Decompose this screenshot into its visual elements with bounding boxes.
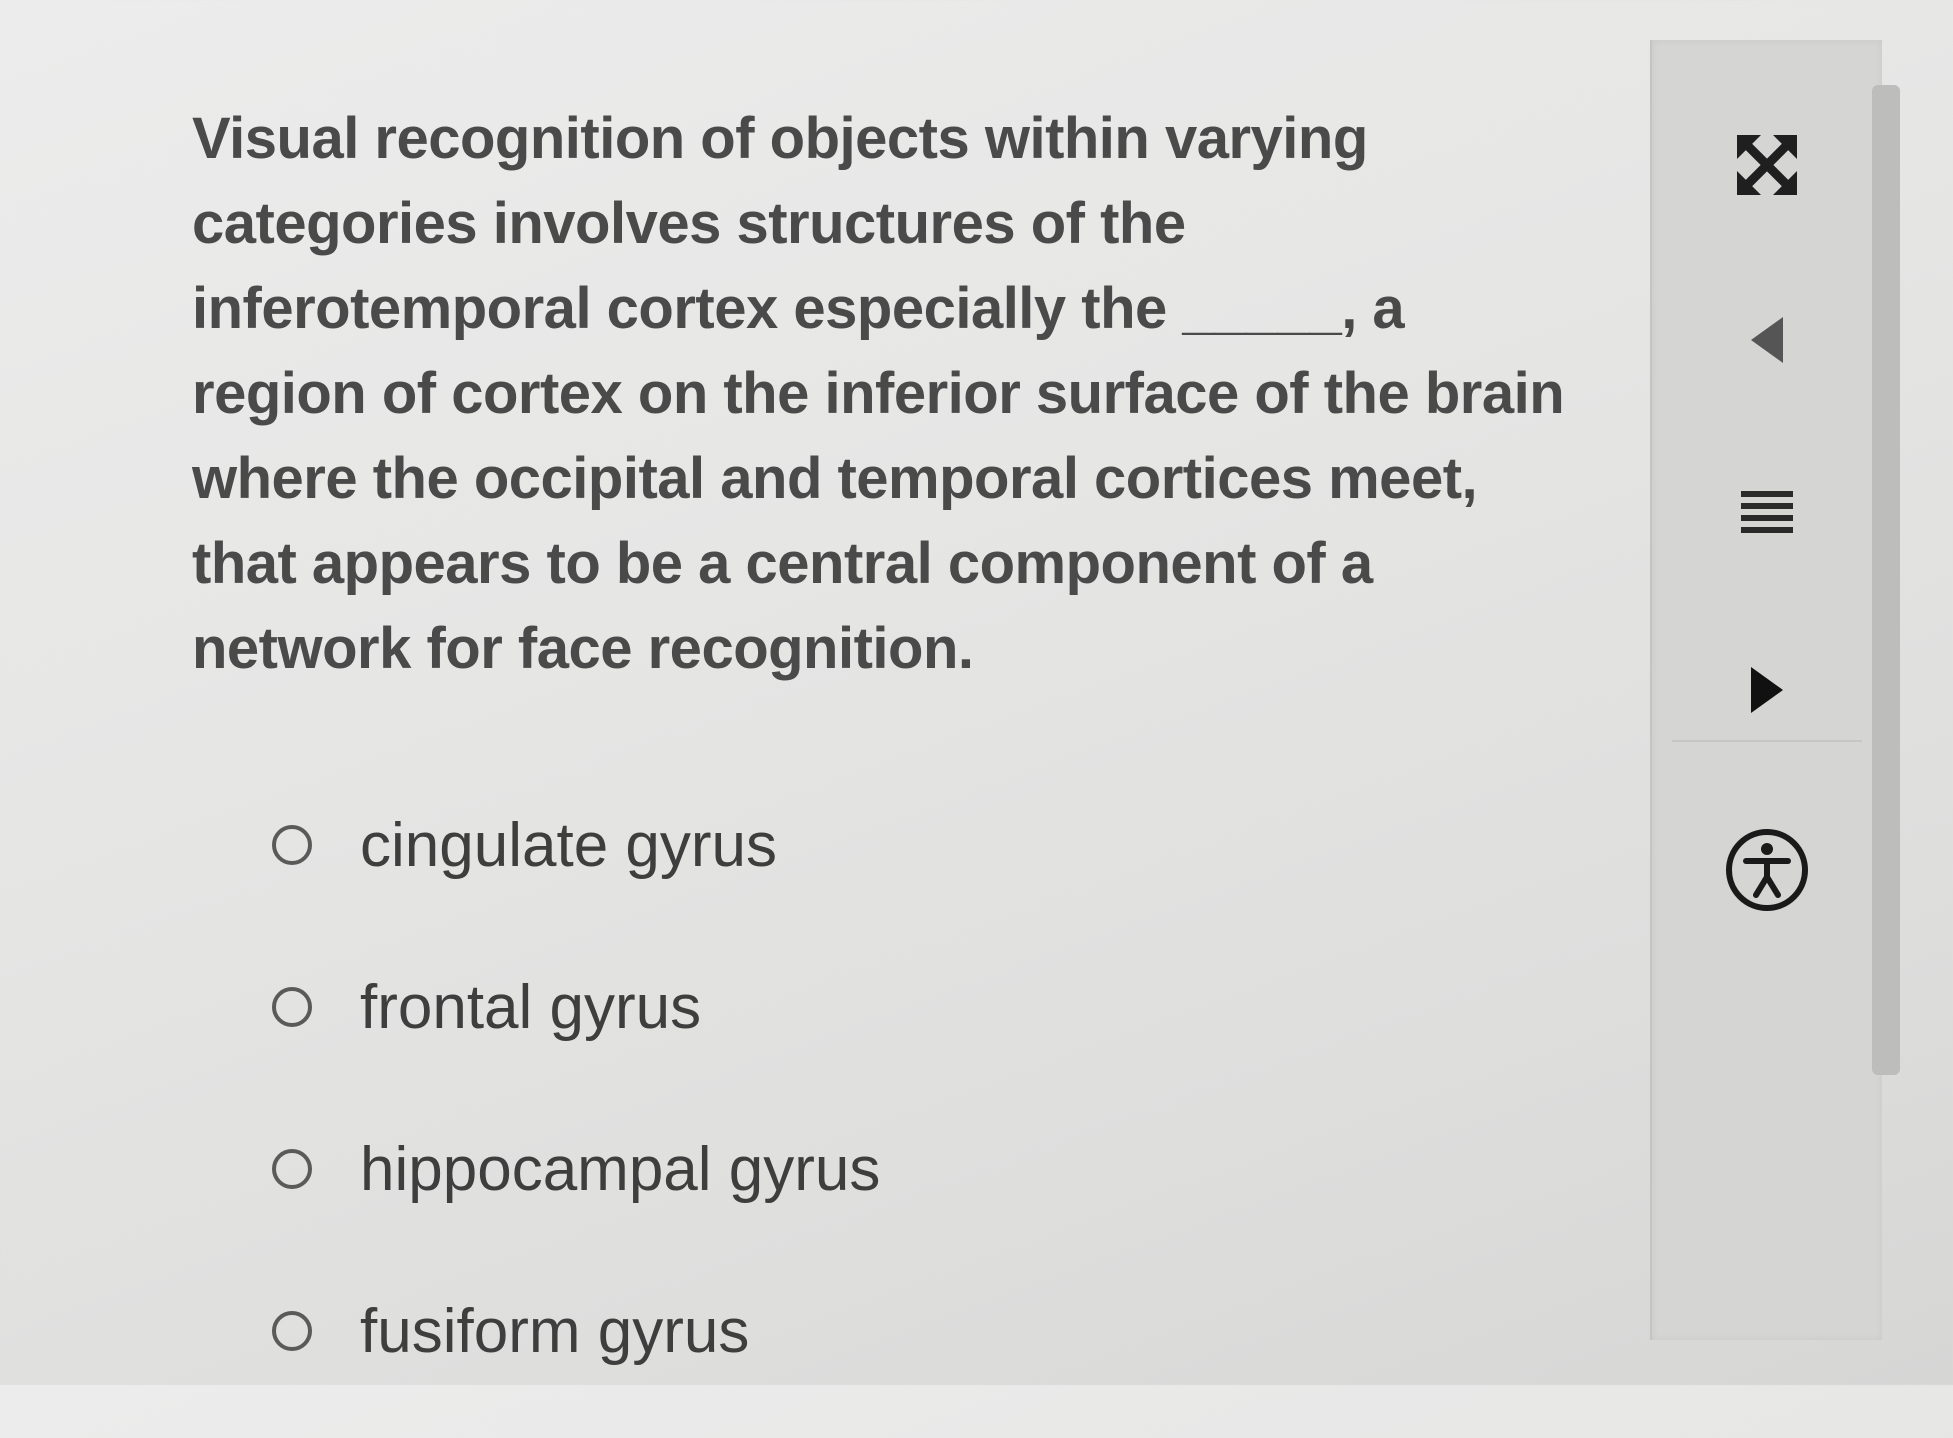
radio-button[interactable] xyxy=(272,987,312,1027)
question-line: categories involves structures of the xyxy=(192,191,1186,256)
accessibility-icon xyxy=(1726,829,1808,911)
answer-options: cingulate gyrus frontal gyrus hippocampa… xyxy=(272,790,880,1438)
answer-option[interactable]: cingulate gyrus xyxy=(272,790,880,900)
expand-icon xyxy=(1737,135,1797,195)
menu-button[interactable] xyxy=(1652,468,1882,558)
previous-button[interactable] xyxy=(1652,295,1882,385)
accessibility-button[interactable] xyxy=(1652,810,1882,930)
question-panel: Visual recognition of objects within var… xyxy=(0,0,1640,1385)
side-toolbar xyxy=(1650,40,1882,1340)
menu-icon xyxy=(1741,491,1793,533)
scrollbar[interactable] xyxy=(1872,85,1900,1075)
previous-icon xyxy=(1751,317,1783,363)
radio-button[interactable] xyxy=(272,1311,312,1351)
answer-option-label: frontal gyrus xyxy=(360,972,702,1042)
answer-option[interactable]: fusiform gyrus xyxy=(272,1276,880,1386)
answer-option[interactable]: hippocampal gyrus xyxy=(272,1114,880,1224)
question-line: Visual recognition of objects within var… xyxy=(192,106,1368,171)
answer-option[interactable]: frontal gyrus xyxy=(272,952,880,1062)
toolbar-divider xyxy=(1672,740,1862,742)
question-line: that appears to be a central component o… xyxy=(192,531,1373,596)
question-line: network for face recognition. xyxy=(192,616,974,681)
radio-button[interactable] xyxy=(272,1149,312,1189)
answer-option-label: hippocampal gyrus xyxy=(360,1134,881,1204)
next-button[interactable] xyxy=(1652,645,1882,735)
next-icon xyxy=(1751,667,1783,713)
radio-button[interactable] xyxy=(272,825,312,865)
question-line: where the occipital and temporal cortice… xyxy=(192,446,1478,511)
expand-button[interactable] xyxy=(1652,120,1882,210)
question-line: inferotemporal cortex especially the ___… xyxy=(192,276,1405,341)
answer-option-label: cingulate gyrus xyxy=(360,810,778,880)
answer-option-label: fusiform gyrus xyxy=(360,1296,750,1366)
question-text: Visual recognition of objects within var… xyxy=(192,96,1592,691)
question-line: region of cortex on the inferior surface… xyxy=(192,361,1565,426)
